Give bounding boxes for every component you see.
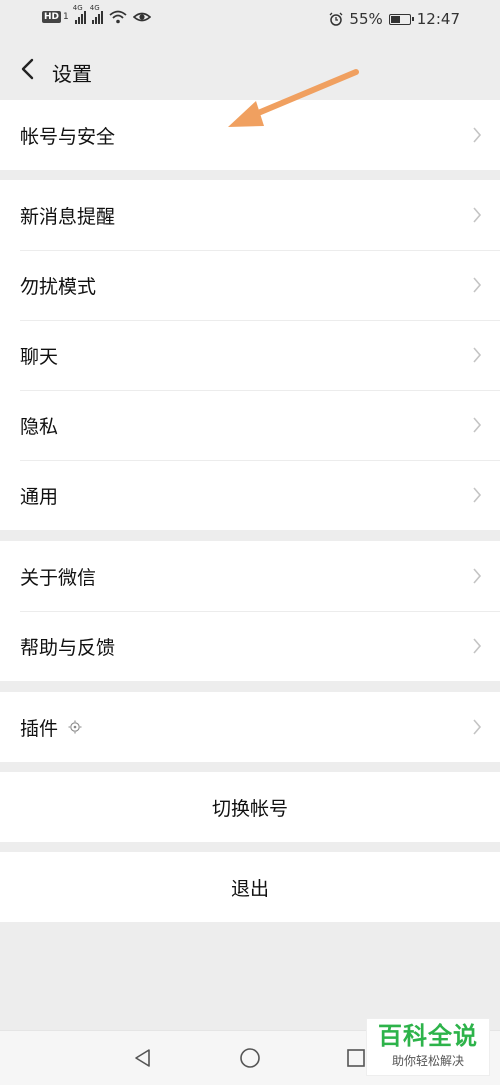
battery-icon bbox=[388, 13, 414, 25]
cell-signal-icon: 4G bbox=[73, 4, 86, 24]
cell-signal-icon-2: 4G bbox=[90, 4, 103, 24]
eye-icon bbox=[132, 12, 151, 22]
nav-back-icon[interactable] bbox=[132, 1047, 154, 1069]
settings-item-do-not-disturb[interactable]: 勿扰模式 bbox=[0, 250, 500, 320]
status-left: HD 1 4G 4G bbox=[42, 4, 151, 24]
signal-tag-2: 4G bbox=[89, 4, 100, 12]
settings-item-label: 新消息提醒 bbox=[20, 205, 116, 228]
hd-badge: HD bbox=[42, 11, 62, 23]
settings-item-chats[interactable]: 聊天 bbox=[0, 320, 500, 390]
nav-recents-icon[interactable] bbox=[345, 1047, 367, 1069]
hd-badge-sub: 1 bbox=[63, 12, 69, 22]
clock: 12:47 bbox=[416, 10, 460, 28]
nav-home-icon[interactable] bbox=[239, 1047, 261, 1069]
watermark-logo: 百科全说 助你轻松解决 bbox=[366, 1018, 490, 1076]
logout-button[interactable]: 退出 bbox=[0, 852, 500, 922]
header: 设置 bbox=[0, 40, 500, 100]
settings-item-label: 聊天 bbox=[20, 345, 59, 368]
chevron-right-icon bbox=[473, 277, 482, 293]
switch-account-button[interactable]: 切换帐号 bbox=[0, 772, 500, 842]
settings-item-label: 关于微信 bbox=[20, 566, 97, 589]
settings-item-label: 通用 bbox=[20, 485, 59, 508]
chevron-right-icon bbox=[473, 638, 482, 654]
chevron-left-icon bbox=[21, 58, 34, 80]
status-right: 55% 12:47 bbox=[329, 10, 460, 28]
settings-item-label: 插件 bbox=[20, 717, 59, 740]
settings-item-about-wechat[interactable]: 关于微信 bbox=[0, 541, 500, 611]
settings-item-label: 隐私 bbox=[20, 415, 59, 438]
settings-group-about: 关于微信 帮助与反馈 bbox=[0, 541, 500, 681]
back-button[interactable] bbox=[14, 54, 40, 84]
settings-group-main: 新消息提醒 勿扰模式 聊天 隐私 通用 bbox=[0, 180, 500, 530]
alarm-icon bbox=[329, 12, 343, 26]
chevron-right-icon bbox=[473, 719, 482, 735]
wifi-icon bbox=[109, 10, 127, 24]
watermark-title: 百科全说 bbox=[378, 1022, 478, 1050]
settings-item-help-feedback[interactable]: 帮助与反馈 bbox=[0, 611, 500, 681]
settings-item-label: 帮助与反馈 bbox=[20, 636, 116, 659]
settings-item-plugins[interactable]: 插件 bbox=[0, 692, 500, 762]
chevron-right-icon bbox=[473, 127, 482, 143]
chevron-right-icon bbox=[473, 207, 482, 223]
signal-tag: 4G bbox=[72, 4, 83, 12]
settings-group-plugins: 插件 bbox=[0, 692, 500, 762]
page-title: 设置 bbox=[52, 62, 92, 86]
chevron-right-icon bbox=[473, 487, 482, 503]
settings-item-privacy[interactable]: 隐私 bbox=[0, 390, 500, 460]
plugin-icon bbox=[68, 720, 82, 734]
chevron-right-icon bbox=[473, 568, 482, 584]
settings-item-new-message-alerts[interactable]: 新消息提醒 bbox=[0, 180, 500, 250]
chevron-right-icon bbox=[473, 347, 482, 363]
chevron-right-icon bbox=[473, 417, 482, 433]
settings-item-label: 勿扰模式 bbox=[20, 275, 97, 298]
status-bar: HD 1 4G 4G 55% 12:47 bbox=[0, 0, 500, 40]
settings-group-account: 帐号与安全 bbox=[0, 100, 500, 170]
settings-item-general[interactable]: 通用 bbox=[0, 460, 500, 530]
watermark-subtitle: 助你轻松解决 bbox=[391, 1054, 464, 1068]
settings-item-label: 帐号与安全 bbox=[20, 125, 116, 148]
battery-percent: 55% bbox=[349, 10, 383, 28]
settings-item-account-security[interactable]: 帐号与安全 bbox=[0, 100, 500, 170]
